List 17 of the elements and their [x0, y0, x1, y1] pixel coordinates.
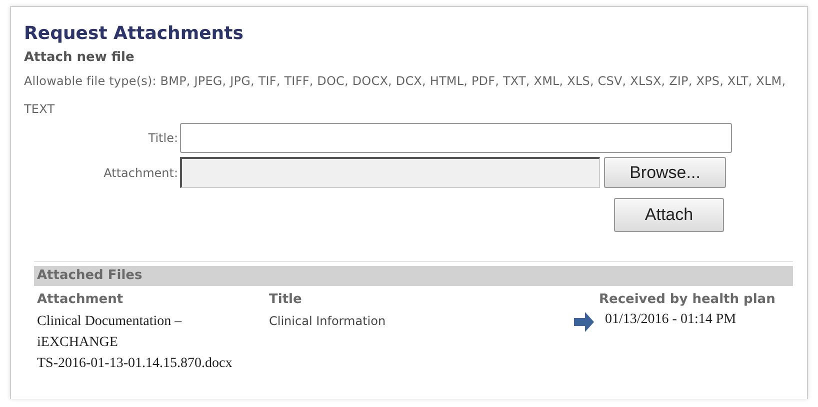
- attachment-label: Attachment:: [102, 166, 179, 180]
- table-cell-text: Clinical Documentation – iEXCHANGE TS-2016-01-13-01.14.15.870.docx: [37, 313, 234, 373]
- allowed-types-text: Allowable file type(s): BMP, JPEG, JPG, TIF, TIFF, DOC, DOCX, DCX, HTML, PDF, TXT, XML, XLS, CSV, XLSX, ZIP, XPS, XLT, XLM, TEXT: [24, 73, 787, 118]
- page-heading: Request Attachments: [24, 23, 244, 44]
- section-heading: Attach new file: [24, 50, 136, 65]
- attachment-input[interactable]: [180, 157, 600, 188]
- column-header: Received by health plan: [599, 291, 776, 309]
- arrow-icon: [573, 311, 595, 333]
- attach-button[interactable]: Attach: [614, 198, 724, 232]
- title-input[interactable]: [180, 123, 732, 153]
- section-bar: Attached Files: [34, 266, 793, 286]
- table-cell-text: Clinical Information: [269, 313, 387, 330]
- title-label: Title:: [147, 131, 179, 145]
- table-cell-text: 01/13/2016 - 01:14 PM: [604, 311, 738, 329]
- column-header: Attachment: [37, 291, 124, 309]
- column-header: Title: [269, 291, 303, 309]
- browse-button[interactable]: Browse...: [604, 157, 726, 188]
